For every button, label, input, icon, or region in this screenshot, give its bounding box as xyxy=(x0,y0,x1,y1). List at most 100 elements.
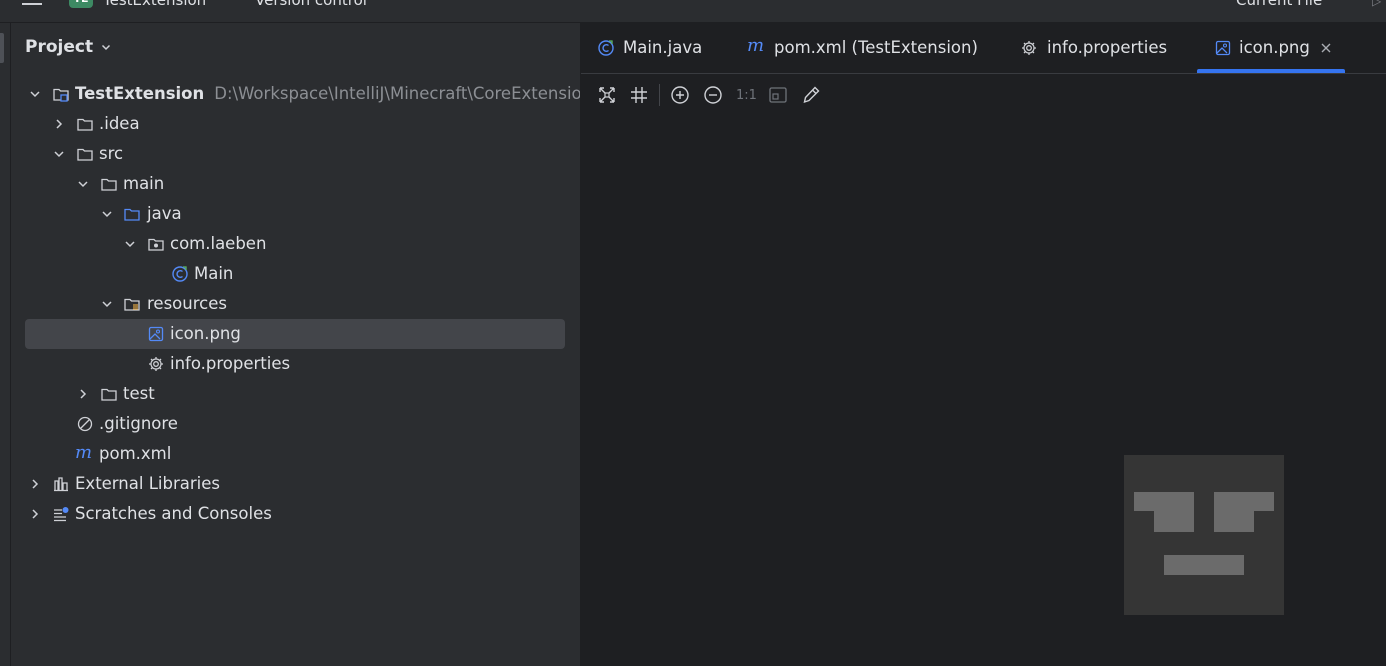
pixel-block xyxy=(1134,492,1194,511)
tab-info-properties[interactable]: info.properties xyxy=(1020,23,1180,73)
selection-highlight xyxy=(25,319,565,349)
run-icon[interactable]: ▷ xyxy=(1372,0,1381,8)
tree-node-pom-xml[interactable]: m pom.xml xyxy=(11,439,580,469)
tree-node-label: src xyxy=(99,144,124,163)
tree-node-label: TestExtension xyxy=(75,84,205,103)
tree-node-test[interactable]: test xyxy=(11,379,580,409)
project-view-selector[interactable]: Project xyxy=(25,37,111,57)
zoom-in-button[interactable] xyxy=(669,84,691,106)
source-root-folder-icon xyxy=(124,208,140,221)
chevron-right-icon[interactable] xyxy=(29,508,41,520)
maven-icon: m xyxy=(75,442,93,463)
tab-label: pom.xml (TestExtension) xyxy=(774,38,978,57)
chevron-right-icon[interactable] xyxy=(77,388,89,400)
module-folder-icon xyxy=(53,88,69,102)
zoom-in-icon xyxy=(671,86,689,104)
background-icon xyxy=(769,87,787,103)
pixel-block xyxy=(1164,555,1244,575)
tree-node-label: resources xyxy=(147,294,227,313)
close-icon[interactable] xyxy=(1319,41,1333,55)
library-icon xyxy=(54,477,68,492)
scratches-icon xyxy=(54,507,69,522)
tree-node-label: info.properties xyxy=(170,354,291,373)
image-preview xyxy=(1124,455,1284,615)
tree-node-gitignore[interactable]: .gitignore xyxy=(11,409,580,439)
zoom-out-icon xyxy=(704,86,722,104)
fit-icon xyxy=(599,87,615,103)
tree-node-idea[interactable]: .idea xyxy=(11,109,580,139)
tree-node-testextension[interactable]: TestExtension D:\Workspace\IntelliJ\Minec… xyxy=(11,79,580,109)
tree-node-label: Main xyxy=(194,264,234,283)
folder-icon xyxy=(101,388,117,401)
chevron-down-icon[interactable] xyxy=(77,178,89,190)
toggle-grid-button[interactable] xyxy=(628,84,650,106)
eyedropper-icon xyxy=(803,86,820,104)
background-toggle-button[interactable] xyxy=(767,84,789,106)
pixel-block xyxy=(1214,492,1274,511)
editor-area: Main.java m pom.xml (TestExtension) info… xyxy=(581,23,1386,666)
tree-node-src[interactable]: src xyxy=(11,139,580,169)
project-panel: Project TestExtension D:\Workspace\Intell… xyxy=(11,23,580,666)
chevron-down-icon[interactable] xyxy=(124,238,136,250)
java-class-icon xyxy=(598,40,614,56)
chevron-down-icon[interactable] xyxy=(29,88,41,100)
tool-window-strip xyxy=(0,23,11,666)
ignore-file-icon xyxy=(77,416,93,432)
pixel-block xyxy=(1154,511,1194,532)
tab-main-java[interactable]: Main.java xyxy=(597,23,717,73)
chevron-right-icon[interactable] xyxy=(29,478,41,490)
folder-icon xyxy=(77,118,93,131)
tab-label: icon.png xyxy=(1239,38,1310,57)
tab-label: Main.java xyxy=(623,38,703,57)
tree-node-label: .gitignore xyxy=(99,414,178,433)
tree-node-label: test xyxy=(123,384,155,403)
maven-icon: m xyxy=(747,35,765,56)
toolbar-separator xyxy=(659,84,660,106)
tree-node-label: java xyxy=(147,204,182,223)
tree-node-main-class[interactable]: Main xyxy=(11,259,580,289)
gear-icon xyxy=(149,357,163,371)
project-badge[interactable]: TE xyxy=(69,0,93,8)
editor-tabs: Main.java m pom.xml (TestExtension) info… xyxy=(581,23,1386,74)
tab-pom-xml[interactable]: m pom.xml (TestExtension) xyxy=(747,23,987,73)
tree-node-label: com.laeben xyxy=(170,234,267,253)
tree-node-scratches[interactable]: Scratches and Consoles xyxy=(11,499,580,529)
main-menu-icon[interactable] xyxy=(22,0,42,8)
chevron-right-icon[interactable] xyxy=(53,118,65,130)
folder-icon xyxy=(101,178,117,191)
tree-node-label: icon.png xyxy=(170,324,241,343)
java-class-icon xyxy=(172,266,188,282)
tree-node-info-properties[interactable]: info.properties xyxy=(11,349,580,379)
active-tab-indicator xyxy=(1197,69,1345,73)
chevron-down-icon[interactable] xyxy=(101,298,113,310)
panel-title: Project xyxy=(25,37,94,57)
gear-icon xyxy=(1022,41,1036,55)
image-toolbar: 1:1 xyxy=(581,74,1386,116)
tab-icon-png[interactable]: icon.png xyxy=(1197,23,1345,73)
tree-node-main[interactable]: main xyxy=(11,169,580,199)
tab-label: info.properties xyxy=(1047,38,1168,57)
chevron-down-icon[interactable] xyxy=(101,208,113,220)
tree-node-resources[interactable]: resources xyxy=(11,289,580,319)
chevron-down-icon[interactable] xyxy=(53,148,65,160)
run-config-widget[interactable]: Current File xyxy=(1236,0,1322,11)
grid-icon xyxy=(631,87,647,103)
tree-node-icon-png[interactable]: icon.png xyxy=(11,319,580,349)
project-tool-button[interactable] xyxy=(0,33,4,63)
tree-node-label: .idea xyxy=(99,114,140,133)
tree-node-label: Scratches and Consoles xyxy=(75,504,272,523)
image-file-icon xyxy=(1215,40,1231,56)
tree-node-java[interactable]: java xyxy=(11,199,580,229)
main-toolbar: TE TestExtension Version control Current… xyxy=(0,0,1386,23)
actual-size-button[interactable]: 1:1 xyxy=(736,88,757,103)
package-icon xyxy=(148,238,164,251)
tree-node-external-libraries[interactable]: External Libraries xyxy=(11,469,580,499)
pixel-block xyxy=(1214,511,1254,532)
tree-node-package[interactable]: com.laeben xyxy=(11,229,580,259)
vcs-widget[interactable]: Version control xyxy=(255,0,367,11)
zoom-to-fit-button[interactable] xyxy=(596,84,618,106)
project-name-widget[interactable]: TestExtension xyxy=(103,0,206,11)
project-path: D:\Workspace\IntelliJ\Minecraft\CoreExte… xyxy=(214,84,580,103)
color-picker-button[interactable] xyxy=(800,84,822,106)
zoom-out-button[interactable] xyxy=(702,84,724,106)
